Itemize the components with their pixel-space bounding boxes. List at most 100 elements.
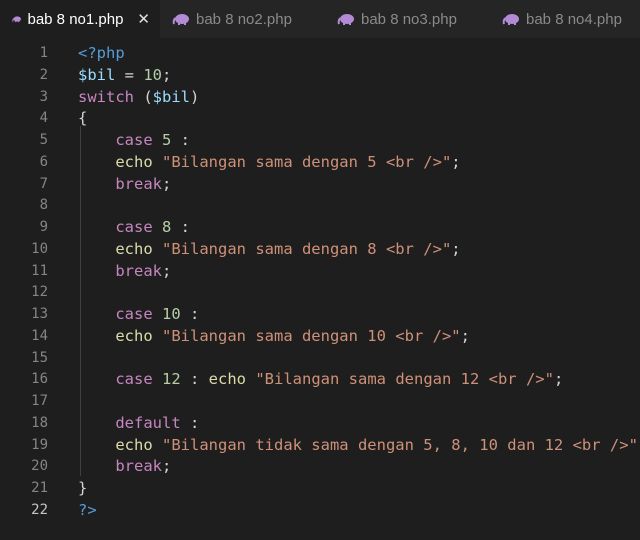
- code-token: break: [115, 457, 162, 476]
- line-number: 21: [31, 480, 48, 496]
- code-token: "Bilangan sama dengan 12 <br />": [255, 370, 554, 389]
- code-line[interactable]: 7 break;: [0, 173, 640, 195]
- line-number: 12: [31, 284, 48, 301]
- code-token: 8: [162, 218, 172, 236]
- code-token: ): [190, 87, 200, 106]
- code-token: ;: [162, 65, 172, 84]
- code-token: default: [115, 413, 181, 432]
- line-number: 13: [31, 306, 48, 322]
- tab-bar: bab 8 no1.php ✕ bab 8 no2.php bab 8 no3.php…: [0, 0, 640, 39]
- line-number: 19: [31, 436, 48, 453]
- code-token: 5: [162, 131, 172, 149]
- code-token: {: [78, 109, 88, 128]
- code-line[interactable]: 6 echo "Bilangan sama dengan 5 <br />";: [0, 151, 640, 173]
- code-line[interactable]: 11 break;: [0, 260, 640, 282]
- code-token: echo: [115, 435, 153, 454]
- code-token: "Bilangan tidak sama dengan 5, 8, 10 dan…: [162, 435, 638, 454]
- line-number: 10: [31, 240, 48, 257]
- php-elephant-icon: [172, 14, 189, 25]
- line-number: 5: [39, 132, 48, 148]
- code-text: echo "Bilangan tidak sama dengan 5, 8, 1…: [78, 434, 640, 456]
- close-icon[interactable]: ✕: [137, 10, 150, 28]
- code-token: $bil: [152, 87, 190, 106]
- code-text: break;: [78, 455, 171, 477]
- code-text: echo "Bilangan sama dengan 8 <br />";: [78, 238, 460, 260]
- code-token: ;: [162, 174, 172, 193]
- code-text: switch ($bil): [78, 86, 199, 108]
- code-line[interactable]: 15: [0, 347, 640, 369]
- code-line[interactable]: 10 echo "Bilangan sama dengan 8 <br />";: [0, 238, 640, 260]
- code-token: "Bilangan sama dengan 5 <br />": [162, 152, 452, 171]
- code-line[interactable]: 2 $bil = 10;: [0, 64, 640, 86]
- line-number: 4: [39, 110, 48, 127]
- code-line[interactable]: 22 ?>: [0, 499, 640, 521]
- code-line[interactable]: 5 case 5 :: [0, 129, 640, 151]
- code-token: case: [115, 370, 153, 389]
- code-line[interactable]: 20 break;: [0, 455, 640, 477]
- code-token: case: [115, 305, 153, 323]
- php-elephant-icon: [12, 16, 21, 23]
- code-line[interactable]: 12: [0, 281, 640, 303]
- line-number: 3: [39, 88, 48, 105]
- code-line[interactable]: 13 case 10 :: [0, 303, 640, 325]
- php-elephant-icon: [337, 14, 354, 25]
- code-token: $bil: [78, 65, 116, 84]
- code-line[interactable]: 3 switch ($bil): [0, 86, 640, 108]
- code-token: :: [180, 370, 209, 389]
- code-line[interactable]: 4{: [0, 107, 640, 129]
- code-line[interactable]: 19 echo "Bilangan tidak sama dengan 5, 8…: [0, 434, 640, 456]
- code-token: ;: [451, 152, 461, 171]
- code-token: =: [115, 65, 144, 84]
- code-token: :: [180, 413, 200, 432]
- code-token: (: [134, 87, 153, 106]
- code-line[interactable]: 17: [0, 390, 640, 412]
- tab-label: bab 8 no3.php: [361, 10, 457, 28]
- code-line[interactable]: 9 case 8 :: [0, 216, 640, 238]
- php-elephant-icon: [502, 14, 519, 25]
- line-number: 20: [31, 458, 48, 475]
- code-text: case 8 :: [78, 216, 190, 238]
- code-line[interactable]: 8: [0, 194, 640, 216]
- code-text: $bil = 10;: [78, 64, 171, 86]
- tab-bab-8-no2-php[interactable]: bab 8 no2.php: [160, 0, 325, 38]
- code-token: echo: [115, 152, 153, 171]
- code-token: break: [115, 174, 162, 193]
- code-line[interactable]: 18 default :: [0, 412, 640, 434]
- code-line[interactable]: 16 case 12 : echo "Bilangan sama dengan …: [0, 368, 640, 390]
- code-text: break;: [78, 260, 171, 282]
- code-token: :: [180, 305, 200, 323]
- code-line[interactable]: 21}: [0, 477, 640, 499]
- code-token: ;: [553, 370, 564, 389]
- code-token: ;: [460, 326, 470, 345]
- code-token: 12: [162, 370, 181, 389]
- code-text: echo "Bilangan sama dengan 10 <br />";: [78, 325, 470, 347]
- code-editor[interactable]: 1 <?php 2 $bil = 10; 3 switch ($bil) 4{5 case …: [0, 38, 640, 540]
- line-number: 6: [39, 153, 48, 170]
- code-text: case 12 : echo "Bilangan sama dengan 12 …: [78, 368, 563, 390]
- code-token: ?>: [78, 500, 97, 519]
- tab-label: bab 8 no1.php: [27, 10, 124, 28]
- tab-label: bab 8 no2.php: [196, 10, 292, 28]
- tab-bab-8-no1-php[interactable]: bab 8 no1.php ✕: [0, 0, 160, 38]
- code-line[interactable]: 14 echo "Bilangan sama dengan 10 <br />"…: [0, 325, 640, 347]
- code-line[interactable]: 1 <?php: [0, 42, 640, 64]
- tab-bab-8-no4-php[interactable]: bab 8 no4.php: [490, 0, 640, 38]
- code-token: echo: [115, 239, 153, 258]
- code-token: 10: [143, 65, 162, 84]
- tab-bab-8-no3-php[interactable]: bab 8 no3.php: [325, 0, 490, 38]
- code-text: }: [78, 477, 87, 499]
- code-text: echo "Bilangan sama dengan 5 <br />";: [78, 151, 461, 173]
